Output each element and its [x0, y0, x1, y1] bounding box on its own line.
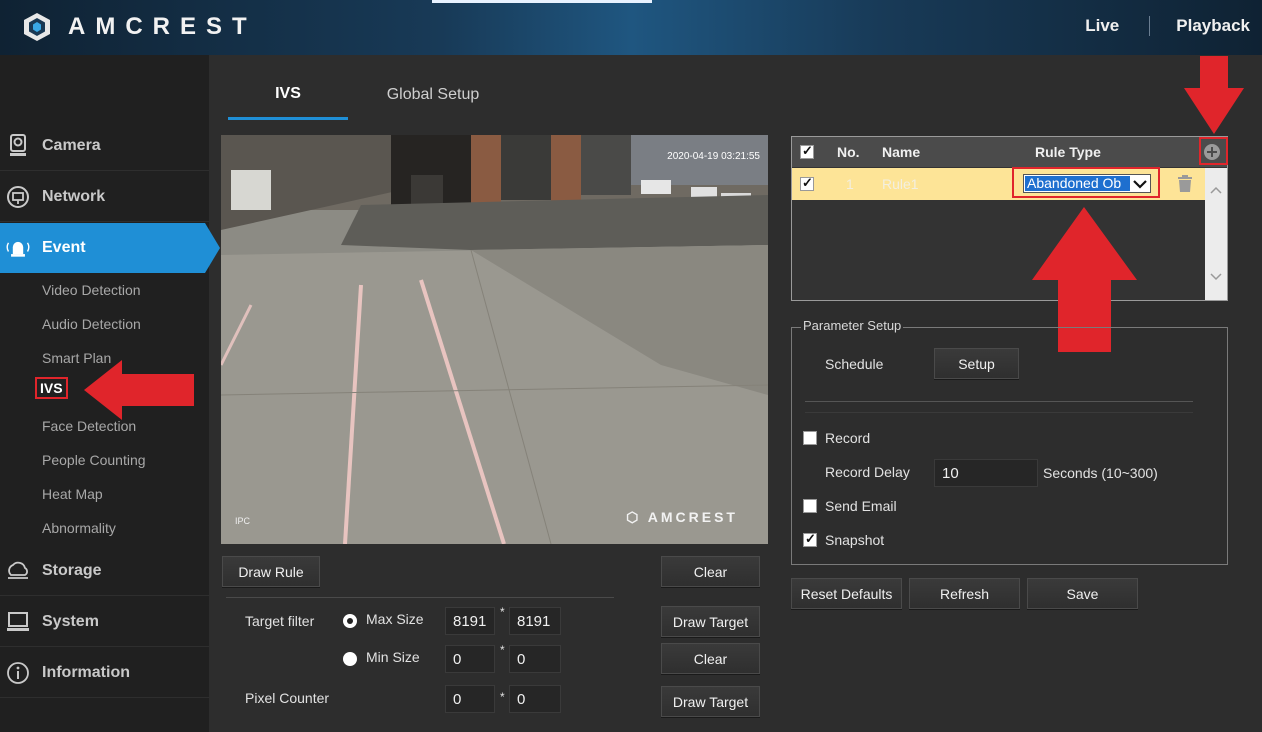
rule-type-select[interactable]: Abandoned Ob: [1012, 167, 1160, 198]
rule-table-scrollbar[interactable]: [1205, 168, 1227, 300]
rule-row-checkbox[interactable]: [800, 175, 814, 191]
times-symbol: *: [500, 690, 505, 704]
record-label: Record: [825, 430, 871, 446]
amcrest-logo-icon: [24, 13, 50, 41]
target-filter-label: Target filter: [245, 613, 315, 629]
sidebar-item-information[interactable]: Information: [0, 648, 209, 698]
reset-defaults-button[interactable]: Reset Defaults: [791, 578, 902, 609]
annotation-arrow-add: [1184, 56, 1244, 134]
rule-name[interactable]: Rule1: [882, 176, 919, 192]
parameter-setup-legend: Parameter Setup: [801, 318, 904, 333]
system-monitor-icon: [5, 609, 31, 635]
amcrest-watermark-icon: ⬡: [626, 509, 648, 525]
max-size-height-input[interactable]: 8191: [509, 607, 561, 635]
record-delay-label: Record Delay: [825, 464, 910, 480]
chevron-down-icon[interactable]: [1132, 177, 1148, 191]
tab-bar: IVS Global Setup: [228, 70, 518, 122]
schedule-setup-button[interactable]: Setup: [934, 348, 1019, 379]
select-all-checkbox[interactable]: [800, 143, 814, 159]
tab-ivs[interactable]: IVS: [228, 70, 348, 120]
min-size-width-input[interactable]: 0: [445, 645, 495, 673]
sidebar-item-label: Network: [42, 187, 106, 205]
sidebar-item-network[interactable]: Network: [0, 172, 209, 222]
event-alarm-icon: [5, 235, 31, 261]
subnav-video-detection[interactable]: Video Detection: [42, 282, 141, 298]
video-timestamp: 2020-04-19 03:21:55: [667, 151, 760, 162]
max-size-label: Max Size: [366, 611, 424, 627]
scroll-down-icon[interactable]: [1210, 273, 1222, 281]
clear-target-button[interactable]: Clear: [661, 643, 760, 674]
sidebar-item-system[interactable]: System: [0, 597, 209, 647]
network-icon: [5, 184, 31, 210]
rule-table-header: No. Name Rule Type: [792, 137, 1227, 167]
subnav-ivs[interactable]: IVS: [35, 377, 68, 399]
rule-type-value: Abandoned Ob: [1025, 176, 1130, 191]
record-checkbox[interactable]: [803, 431, 817, 445]
draw-target-pixel-button[interactable]: Draw Target: [661, 686, 760, 717]
min-size-label: Min Size: [366, 649, 420, 665]
scroll-up-icon[interactable]: [1210, 186, 1222, 194]
max-size-width-input[interactable]: 8191: [445, 607, 495, 635]
camera-preview[interactable]: 2020-04-19 03:21:55 IPC ⬡ AMCREST: [221, 135, 768, 544]
pixel-counter-label: Pixel Counter: [245, 690, 330, 706]
times-symbol: *: [500, 643, 505, 657]
draw-rule-button[interactable]: Draw Rule: [222, 556, 320, 587]
send-email-checkbox[interactable]: [803, 499, 817, 513]
storage-icon: [5, 558, 31, 584]
amcrest-logo[interactable]: AMCREST: [22, 10, 257, 44]
subnav-people-counting[interactable]: People Counting: [42, 452, 146, 468]
pixel-counter-height-input[interactable]: 0: [509, 685, 561, 713]
camera-icon: [5, 133, 31, 159]
sidebar-item-label: Event: [42, 239, 86, 256]
schedule-label: Schedule: [825, 356, 884, 372]
sidebar-item-event[interactable]: Event: [0, 223, 220, 273]
max-size-radio[interactable]: [343, 614, 357, 628]
playback-link[interactable]: Playback: [1176, 16, 1250, 36]
record-delay-unit: Seconds (10~300): [1043, 465, 1158, 481]
camera-scene-image: [221, 135, 768, 544]
info-icon: [5, 660, 31, 686]
clear-rule-button[interactable]: Clear: [661, 556, 760, 587]
min-size-radio[interactable]: [343, 652, 357, 666]
rule-no: 1: [846, 176, 854, 192]
sidebar-item-label: Information: [42, 663, 130, 681]
annotation-box-add: [1199, 137, 1228, 165]
sidebar-item-camera[interactable]: Camera: [0, 121, 209, 171]
times-symbol: *: [500, 605, 505, 619]
col-rule-type: Rule Type: [1035, 144, 1101, 160]
delete-rule-icon[interactable]: [1177, 175, 1193, 198]
brand-name: AMCREST: [68, 13, 257, 40]
snapshot-label: Snapshot: [825, 532, 885, 548]
top-bar: AMCREST Live Playback: [0, 0, 1262, 55]
snapshot-checkbox[interactable]: [803, 531, 817, 547]
sidebar-item-label: Camera: [42, 136, 101, 154]
subnav-face-detection[interactable]: Face Detection: [42, 418, 136, 434]
top-nav: Live Playback: [1085, 16, 1250, 36]
video-watermark: ⬡ AMCREST: [626, 509, 738, 525]
pixel-counter-width-input[interactable]: 0: [445, 685, 495, 713]
draw-target-max-button[interactable]: Draw Target: [661, 606, 760, 637]
record-delay-input[interactable]: 10: [934, 459, 1038, 487]
subnav-audio-detection[interactable]: Audio Detection: [42, 316, 141, 332]
rule-table: No. Name Rule Type 1 Rule1: [791, 136, 1228, 301]
save-button[interactable]: Save: [1027, 578, 1138, 609]
video-channel-label: IPC: [235, 516, 251, 526]
subnav-abnormality[interactable]: Abnormality: [42, 520, 116, 536]
col-no: No.: [837, 144, 860, 160]
sidebar-item-label: System: [42, 612, 99, 630]
annotation-arrow-ivs: [84, 360, 194, 420]
col-name: Name: [882, 144, 921, 160]
sidebar-item-storage[interactable]: Storage: [0, 546, 209, 596]
refresh-button[interactable]: Refresh: [909, 578, 1020, 609]
send-email-label: Send Email: [825, 498, 897, 514]
live-link[interactable]: Live: [1085, 16, 1119, 36]
tab-global-setup[interactable]: Global Setup: [348, 70, 518, 120]
ivs-config-page: AMCREST Live Playback Camera Network Eve…: [0, 0, 1262, 732]
subnav-heat-map[interactable]: Heat Map: [42, 486, 103, 502]
min-size-height-input[interactable]: 0: [509, 645, 561, 673]
sidebar-item-label: Storage: [42, 561, 102, 579]
